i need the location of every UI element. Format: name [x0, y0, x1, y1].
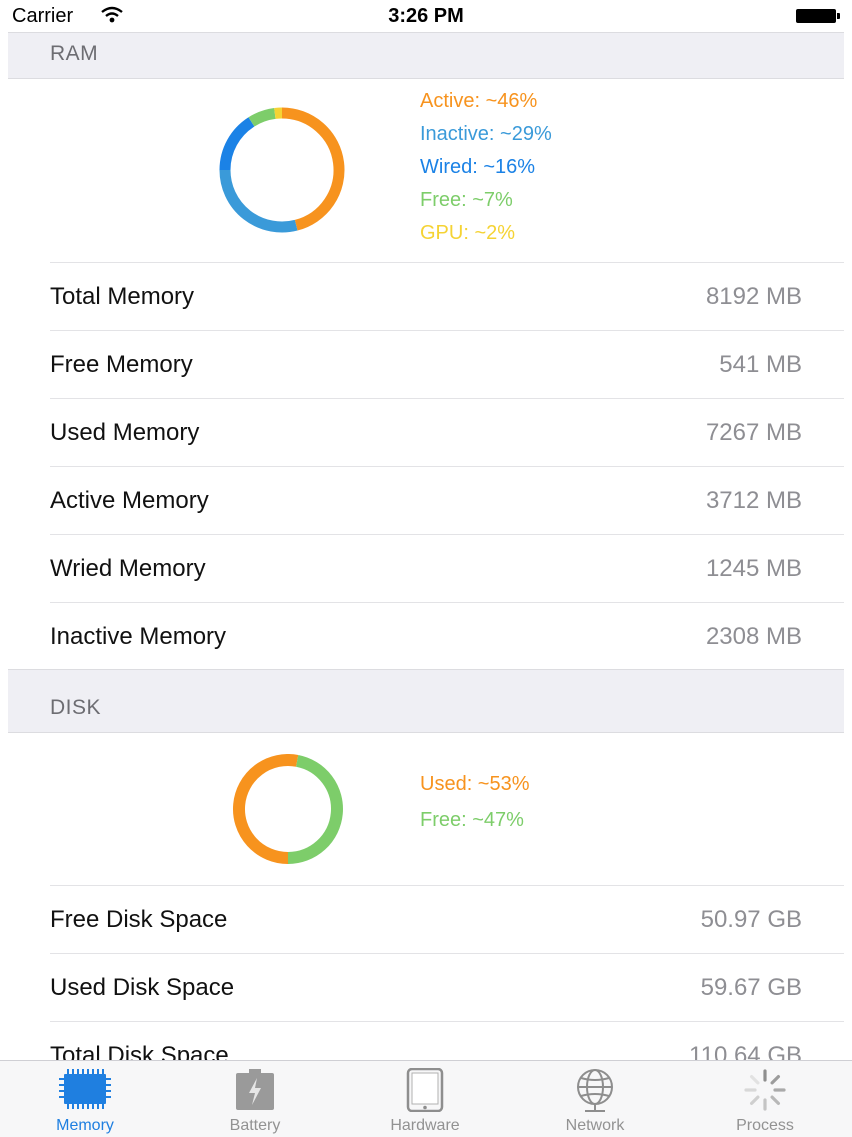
disk-header-label: DISK — [50, 696, 101, 720]
disk-row-label: Total Disk Space — [50, 1042, 229, 1060]
battery-icon — [233, 1068, 277, 1112]
tab-battery[interactable]: Battery — [170, 1061, 340, 1137]
ram-section-header: RAM — [8, 32, 844, 79]
ram-row: Used Memory 7267 MB — [50, 398, 844, 466]
disk-row: Used Disk Space 59.67 GB — [50, 953, 844, 1021]
ram-row: Active Memory 3712 MB — [50, 466, 844, 534]
tab-bar: Memory Battery Hardware — [0, 1060, 852, 1137]
disk-row-value: 50.97 GB — [701, 906, 802, 934]
disk-row-value: 59.67 GB — [701, 974, 802, 1002]
tab-network[interactable]: Network — [510, 1061, 680, 1137]
status-bar: Carrier 3:26 PM — [0, 0, 852, 32]
tab-process[interactable]: Process — [680, 1061, 850, 1137]
disk-row: Total Disk Space 110.64 GB — [50, 1021, 844, 1060]
tab-memory[interactable]: Memory — [0, 1061, 170, 1137]
ram-legend-item: Active: ~46% — [420, 90, 537, 113]
ram-legend-item: GPU: ~2% — [420, 222, 515, 245]
memory-content[interactable]: RAM Active: ~46% Inactive: ~29% Wired: ~16… — [8, 32, 844, 1060]
disk-row: Free Disk Space 50.97 GB — [50, 885, 844, 953]
tab-network-label: Network — [510, 1117, 680, 1135]
spinner-icon — [743, 1068, 787, 1112]
ram-row: Inactive Memory 2308 MB — [50, 602, 844, 670]
tab-memory-label: Memory — [0, 1117, 170, 1135]
disk-legend-item: Used: ~53% — [420, 773, 530, 796]
disk-row-label: Free Disk Space — [50, 906, 227, 934]
ram-row-label: Free Memory — [50, 351, 193, 379]
ram-row-label: Used Memory — [50, 419, 199, 447]
ram-row-value: 541 MB — [719, 351, 802, 379]
disk-arc-1 — [288, 761, 337, 858]
tab-battery-label: Battery — [170, 1117, 340, 1135]
ram-row-label: Active Memory — [50, 487, 209, 515]
ram-donut-chart — [198, 106, 368, 234]
tablet-icon — [405, 1068, 445, 1112]
globe-icon — [572, 1068, 618, 1114]
ram-arc-0 — [282, 113, 339, 225]
ram-row: Wried Memory 1245 MB — [50, 534, 844, 602]
tab-process-label: Process — [680, 1117, 850, 1135]
ram-row-value: 8192 MB — [706, 283, 802, 311]
disk-row-value: 110.64 GB — [689, 1042, 802, 1060]
ram-legend-item: Inactive: ~29% — [420, 123, 552, 146]
memory-chip-icon — [58, 1068, 112, 1110]
disk-arc-0 — [239, 760, 297, 858]
ram-legend-item: Wired: ~16% — [420, 156, 535, 179]
ram-row: Total Memory 8192 MB — [50, 262, 844, 330]
ram-row-value: 1245 MB — [706, 555, 802, 583]
ram-row-label: Total Memory — [50, 283, 194, 311]
ram-arc-1 — [225, 170, 296, 227]
battery-status-icon — [796, 9, 840, 23]
ram-row-value: 2308 MB — [706, 623, 802, 651]
ram-row-label: Wried Memory — [50, 555, 206, 583]
ram-arc-3 — [251, 113, 274, 121]
tab-hardware[interactable]: Hardware — [340, 1061, 510, 1137]
status-time: 3:26 PM — [0, 5, 852, 28]
ram-header-label: RAM — [50, 42, 98, 66]
disk-section-header: DISK — [8, 669, 844, 733]
ram-row-value: 7267 MB — [706, 419, 802, 447]
ram-row-label: Inactive Memory — [50, 623, 226, 651]
ram-legend-item: Free: ~7% — [420, 189, 513, 212]
ram-row-value: 3712 MB — [706, 487, 802, 515]
tab-hardware-label: Hardware — [340, 1117, 510, 1135]
disk-donut-chart — [218, 754, 358, 864]
disk-row-label: Used Disk Space — [50, 974, 234, 1002]
ram-row: Free Memory 541 MB — [50, 330, 844, 398]
disk-legend-item: Free: ~47% — [420, 809, 524, 832]
ram-arc-2 — [225, 122, 251, 170]
